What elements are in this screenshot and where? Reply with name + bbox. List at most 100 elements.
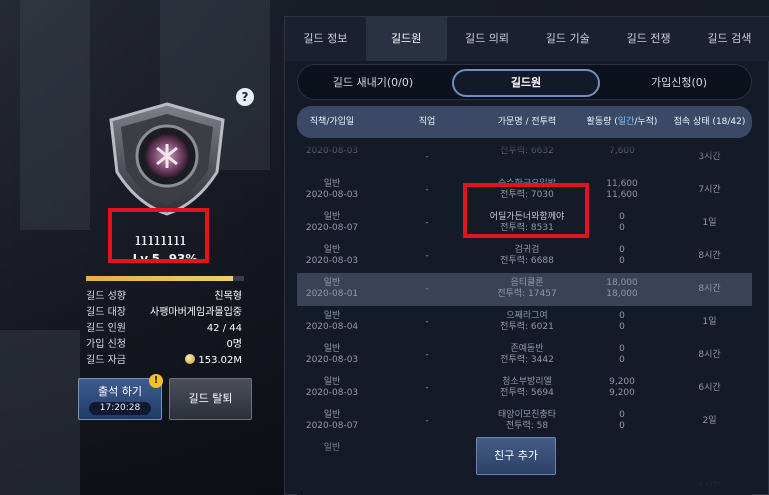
header-status[interactable]: 접속 상태 (18/42) — [667, 106, 752, 138]
activity-cell: 18,000 18,000 — [577, 278, 667, 300]
member-class: - — [425, 416, 429, 426]
activity-total: 0 — [619, 256, 625, 266]
info-row-leader: 길드 대장 사팽마버게임과몰입중 — [86, 305, 242, 321]
tab-guild-war[interactable]: 길드 전쟁 — [608, 17, 689, 61]
role-join-cell: 일반 2020-08-04 — [297, 311, 367, 333]
guild-info-list: 길드 성향 친목형 길드 대장 사팽마버게임과몰입중 길드 인원 42 / 44… — [86, 289, 242, 369]
member-join-date: 2020-08-07 — [305, 223, 359, 233]
help-icon[interactable]: ? — [236, 88, 254, 106]
header-class[interactable]: 직업 — [402, 106, 452, 138]
member-subtabs: 길드 새내기(0/0) 길드원 가입신청(0) — [297, 64, 752, 100]
guild-member-panel: 길드 정보 길드원 길드 의뢰 길드 기술 길드 전쟁 길드 검색 길드 새내기… — [284, 16, 769, 495]
member-class: - — [425, 218, 429, 228]
activity-daily: 0 — [619, 245, 625, 255]
name-power-cell: 으째라그여 전투력: 6021 — [477, 311, 577, 333]
member-family-name: 검귀검 — [514, 245, 540, 255]
subtab-applications[interactable]: 가입신청(0) — [614, 69, 744, 97]
member-join-date: 2020-08-04 — [305, 322, 359, 332]
info-key: 길드 대장 — [86, 307, 126, 318]
info-key: 가입 신청 — [86, 339, 126, 350]
member-join-date: 2020-08-03 — [305, 256, 359, 266]
member-role: 일반 — [323, 278, 341, 288]
exp-bar — [86, 276, 244, 281]
info-value: 153.02M — [185, 353, 242, 369]
member-role: 일반 — [323, 212, 341, 222]
table-row[interactable]: 일반 2020-08-03- 검귀검 전투력: 6688 0 0 8시간 — [297, 240, 752, 273]
info-value: 친목형 — [214, 291, 242, 302]
member-class: - — [425, 251, 429, 261]
name-power-cell: 존예돋반 전투력: 3442 — [477, 344, 577, 366]
header-activity-daily: 일간 — [617, 117, 635, 127]
role-join-cell: 일반 2020-08-03 — [297, 245, 367, 267]
activity-cell: 9,200 9,200 — [577, 377, 667, 399]
role-join-cell: 일반 2020-08-07 — [297, 410, 367, 432]
member-family-name: 음티클론 — [510, 278, 544, 288]
member-role: 일반 — [323, 311, 341, 321]
exp-bar-fill — [86, 276, 233, 281]
connection-status: 6시간 — [698, 383, 721, 393]
activity-total: 11,600 — [606, 190, 638, 200]
member-class: - — [425, 317, 429, 327]
info-key: 길드 자금 — [86, 355, 126, 366]
attend-timer: 17:20:28 — [89, 402, 151, 415]
table-row[interactable]: 일반 2020-08-01- 음티클론 전투력: 17457 18,000 18,000 8… — [297, 273, 752, 306]
tab-guild-requests[interactable]: 길드 의뢰 — [447, 17, 528, 61]
funds-amount: 153.02M — [198, 355, 242, 366]
activity-daily: 0 — [619, 410, 625, 420]
role-join-cell: 일반 2020-08-01 — [297, 278, 367, 300]
tab-guild-skills[interactable]: 길드 기술 — [527, 17, 608, 61]
member-join-date: 2020-08-03 — [305, 190, 359, 200]
subtab-newcomers[interactable]: 길드 새내기(0/0) — [308, 69, 438, 97]
member-join-date: 2020-08-01 — [305, 289, 359, 299]
leave-guild-button[interactable]: 길드 탈퇴 — [169, 378, 252, 420]
tab-guild-info[interactable]: 길드 정보 — [285, 17, 366, 61]
add-friend-button[interactable]: 친구 추가 — [476, 437, 556, 475]
header-name-power[interactable]: 가문명 / 전투력 — [477, 106, 577, 138]
activity-cell: 11,600 11,600 — [577, 179, 667, 201]
member-combat-power: 전투력: 6021 — [500, 322, 554, 332]
role-join-cell: 일반 2020-08-03 — [297, 179, 367, 201]
role-join-cell: 일반 2020-08-03 — [297, 377, 367, 399]
member-join-date: 2020-08-07 — [305, 421, 359, 431]
connection-status: 1일 — [702, 317, 717, 327]
activity-total: 0 — [619, 223, 625, 233]
table-row[interactable]: 일반 2020-08-03- 청소부방리엘 전투력: 5694 9,200 9,200 6시… — [297, 372, 752, 405]
highlight-box — [108, 208, 209, 263]
tab-guild-members[interactable]: 길드원 — [365, 17, 447, 61]
table-row[interactable]: 일반 2020-08-07- 태양이모친충타 전투력: 58 0 0 2일 — [297, 405, 752, 438]
member-family-name: 으째라그여 — [506, 311, 548, 321]
subtab-members[interactable]: 길드원 — [452, 69, 600, 97]
info-row-members: 길드 인원 42 / 44 — [86, 321, 242, 337]
member-combat-power: 전투력: 17457 — [497, 289, 557, 299]
header-activity[interactable]: 활동량 (일간/누적) — [577, 106, 667, 138]
activity-cell: 00 — [577, 245, 667, 267]
role-join-cell: 일반 2020-08-03 — [297, 344, 367, 366]
info-value: 0명 — [226, 339, 242, 350]
activity-daily: 0 — [619, 212, 625, 222]
member-combat-power: 전투력: 3442 — [500, 355, 554, 365]
name-power-cell: 검귀검 전투력: 6688 — [477, 245, 577, 267]
name-power-cell: 음티클론 전투력: 17457 — [477, 278, 577, 300]
member-join-date: 2020-08-03 — [305, 355, 359, 365]
connection-status: 8시간 — [698, 284, 721, 294]
activity-daily: 18,000 — [606, 278, 638, 288]
coin-icon — [185, 354, 196, 364]
tab-guild-search[interactable]: 길드 검색 — [689, 17, 769, 61]
info-key: 길드 인원 — [86, 323, 126, 334]
info-value: 사팽마버게임과몰입중 — [150, 307, 242, 318]
member-combat-power: 전투력: 5694 — [500, 388, 554, 398]
list-fade-top — [297, 143, 752, 159]
table-row[interactable]: 일반 2020-08-04- 으째라그여 전투력: 6021 0 0 1일 — [297, 306, 752, 339]
guild-emblem-icon — [109, 102, 225, 216]
activity-cell: 00 — [577, 410, 667, 432]
member-combat-power: 전투력: 58 — [505, 421, 549, 431]
main-tabs: 길드 정보 길드원 길드 의뢰 길드 기술 길드 전쟁 길드 검색 — [285, 17, 769, 61]
header-role-join[interactable]: 직책/가입일 — [297, 106, 367, 138]
member-family-name: 존예돋반 — [510, 344, 544, 354]
table-row[interactable]: 일반 2020-08-03- 존예돋반 전투력: 3442 0 0 8시간 — [297, 339, 752, 372]
member-family-name: 태양이모친충타 — [498, 410, 556, 420]
connection-status: 8시간 — [698, 251, 721, 261]
activity-cell: 00 — [577, 311, 667, 333]
activity-daily: 9,200 — [609, 377, 635, 387]
info-value: 42 / 44 — [206, 323, 242, 334]
